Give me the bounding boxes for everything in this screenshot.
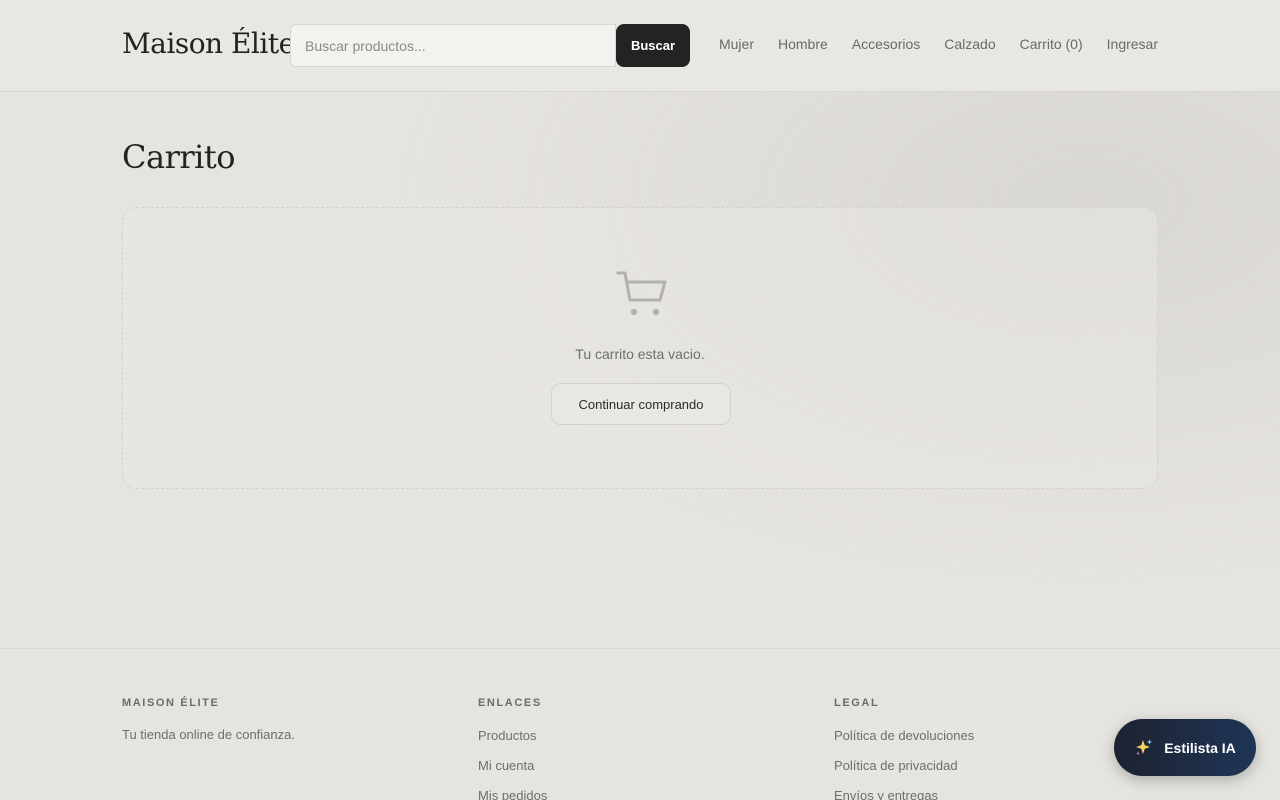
page-title: Carrito [122, 138, 236, 176]
nav-link-accesorios[interactable]: Accesorios [852, 36, 920, 52]
footer-brand-heading: MAISON ÉLITE [122, 697, 220, 709]
footer-brand-column: MAISON ÉLITE Tu tienda online de confian… [122, 697, 295, 742]
nav-link-login[interactable]: Ingresar [1107, 36, 1158, 52]
main-nav: Mujer Hombre Accesorios Calzado Carrito … [719, 36, 1158, 52]
continue-shopping-button[interactable]: Continuar comprando [551, 383, 731, 425]
empty-cart-message: Tu carrito esta vacio. [575, 346, 705, 362]
footer-legal-heading: LEGAL [834, 697, 880, 709]
sparkle-icon [1136, 739, 1153, 755]
site-header: Maison Élite Buscar Mujer Hombre Accesor… [0, 0, 1280, 92]
search-button[interactable]: Buscar [616, 24, 690, 67]
footer-link-account[interactable]: Mi cuenta [478, 758, 534, 773]
footer-link-shipping[interactable]: Envíos y entregas [834, 788, 938, 800]
site-footer: MAISON ÉLITE Tu tienda online de confian… [0, 648, 1280, 800]
cart-icon [616, 271, 667, 316]
empty-cart-panel: Tu carrito esta vacio. Continuar compran… [122, 207, 1158, 489]
footer-link-products[interactable]: Productos [478, 728, 537, 743]
nav-link-cart[interactable]: Carrito (0) [1020, 36, 1083, 52]
footer-links-heading: ENLACES [478, 697, 542, 709]
ai-stylist-label: Estilista IA [1164, 739, 1236, 756]
site-logo[interactable]: Maison Élite [122, 27, 295, 60]
nav-link-hombre[interactable]: Hombre [778, 36, 828, 52]
nav-link-mujer[interactable]: Mujer [719, 36, 754, 52]
footer-link-returns[interactable]: Política de devoluciones [834, 728, 974, 743]
footer-legal-column: LEGAL Política de devoluciones Política … [834, 697, 974, 800]
ai-stylist-button[interactable]: Estilista IA [1114, 719, 1256, 776]
footer-link-privacy[interactable]: Política de privacidad [834, 758, 958, 773]
search-input[interactable] [290, 24, 616, 67]
footer-links-column: ENLACES Productos Mi cuenta Mis pedidos [478, 697, 547, 800]
footer-tagline: Tu tienda online de confianza. [122, 727, 295, 742]
footer-link-orders[interactable]: Mis pedidos [478, 788, 547, 800]
nav-link-calzado[interactable]: Calzado [944, 36, 995, 52]
